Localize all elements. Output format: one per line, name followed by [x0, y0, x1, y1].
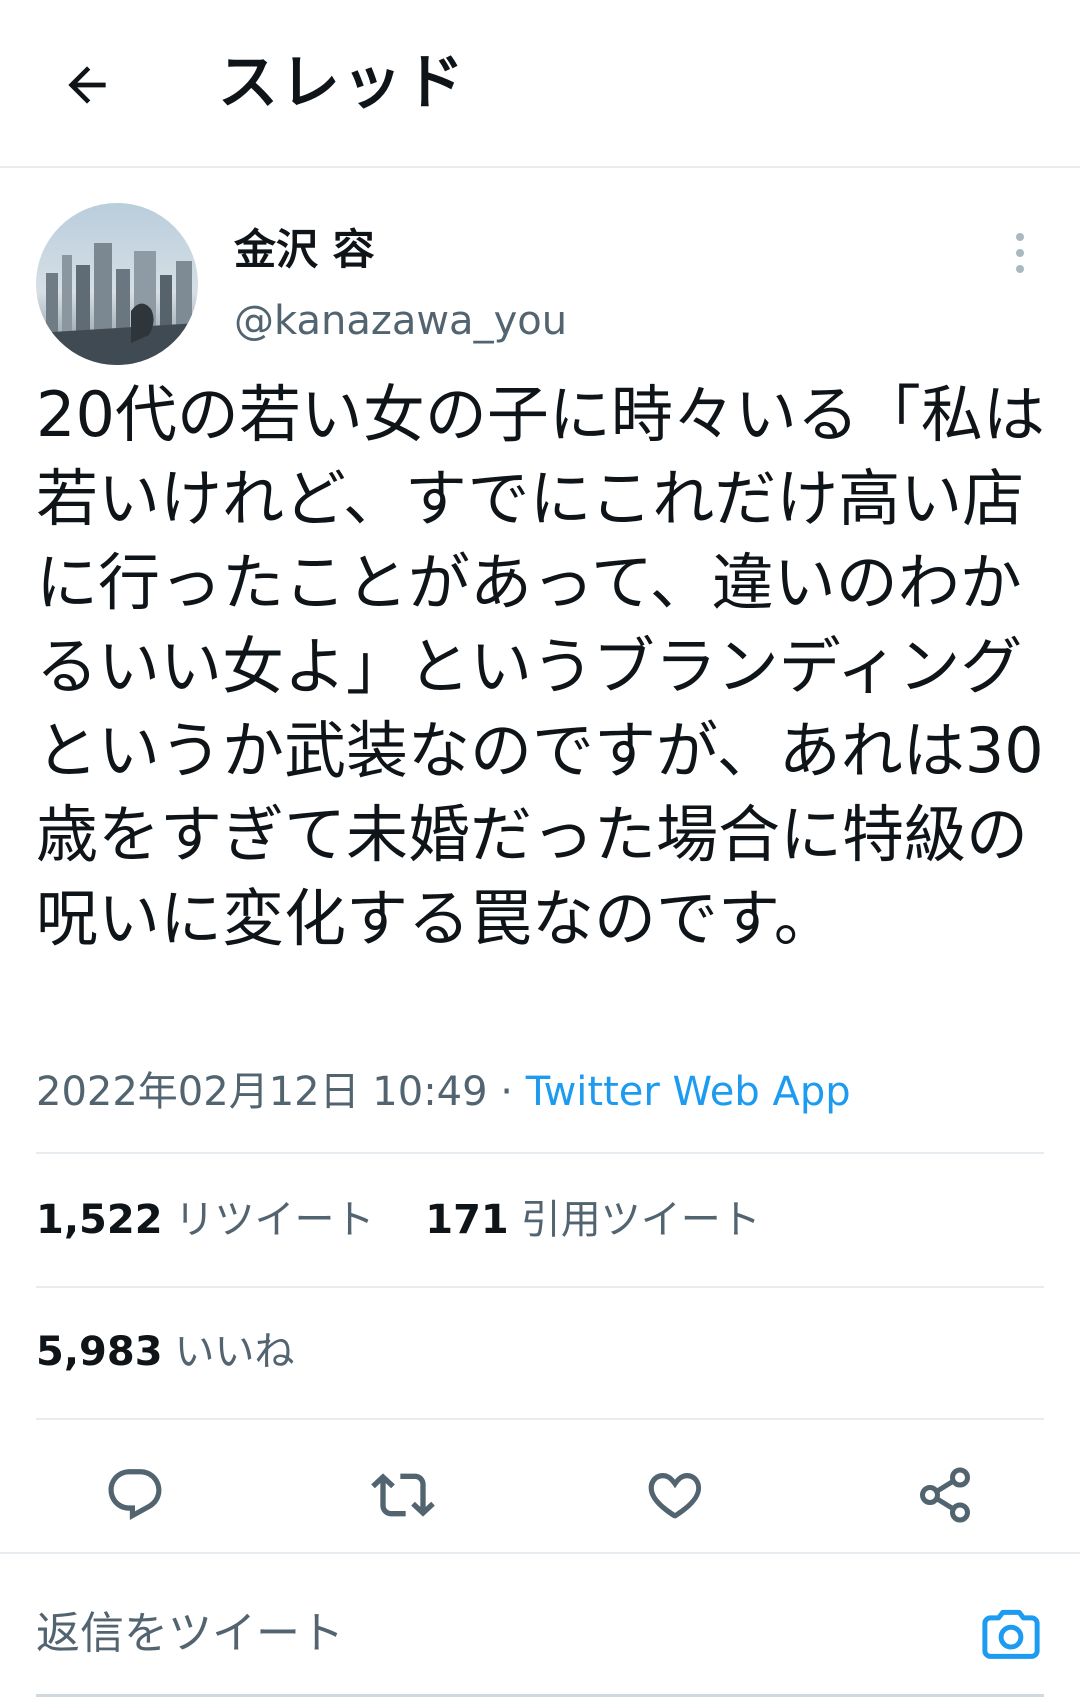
retweet-icon [371, 1473, 435, 1517]
retweet-count-number: 1,522 [36, 1197, 163, 1243]
reply-icon [108, 1469, 162, 1521]
more-options-button[interactable] [1000, 228, 1040, 278]
retweet-button[interactable] [368, 1460, 438, 1530]
arrow-left-icon [68, 66, 106, 104]
heart-icon [648, 1473, 702, 1519]
tweet-meta: 2022年02月12日 10:49 · Twitter Web App [36, 1060, 851, 1124]
divider [36, 1286, 1044, 1288]
retweet-count[interactable]: 1,522 リツイート [36, 1190, 375, 1250]
stats-row-retweets: 1,522 リツイート 171 引用ツイート [36, 1190, 799, 1250]
like-button[interactable] [640, 1460, 710, 1530]
divider [36, 1152, 1044, 1154]
reply-button[interactable] [100, 1460, 170, 1530]
author-handle[interactable]: @kanazawa_you [234, 293, 567, 349]
tweet-actions [0, 1420, 1080, 1570]
camera-icon [982, 1609, 1040, 1659]
like-count-label: いいね [174, 1329, 295, 1375]
reply-input[interactable]: 返信をツイート [36, 1604, 344, 1664]
avatar[interactable] [36, 203, 198, 365]
like-count[interactable]: 5,983 いいね [36, 1322, 295, 1382]
reply-input-underline [36, 1694, 1044, 1697]
page-title: スレッド [218, 48, 466, 118]
more-vertical-icon [1016, 233, 1024, 273]
share-icon [920, 1467, 970, 1523]
stats-row-likes: 5,983 いいね [36, 1322, 333, 1382]
author-name[interactable]: 金沢 容 [234, 222, 375, 278]
quote-count-number: 171 [425, 1197, 509, 1243]
quote-count[interactable]: 171 引用ツイート [425, 1190, 761, 1250]
top-nav-bar: スレッド [0, 0, 1080, 168]
timestamp[interactable]: 2022年02月12日 10:49 [36, 1069, 488, 1115]
like-count-number: 5,983 [36, 1329, 163, 1375]
retweet-count-label: リツイート [174, 1197, 375, 1243]
source-app-link[interactable]: Twitter Web App [526, 1069, 851, 1115]
reply-compose-bar: 返信をツイート [0, 1552, 1080, 1706]
quote-count-label: 引用ツイート [520, 1197, 761, 1243]
meta-separator: · [487, 1069, 526, 1115]
tweet-text: 20代の若い女の子に時々いる「私は若いけれど、すでにこれだけ高い店に行ったことが… [36, 378, 1045, 955]
camera-button[interactable] [976, 1598, 1046, 1668]
share-button[interactable] [910, 1460, 980, 1530]
back-button[interactable] [44, 42, 130, 128]
avatar-image [36, 203, 198, 365]
